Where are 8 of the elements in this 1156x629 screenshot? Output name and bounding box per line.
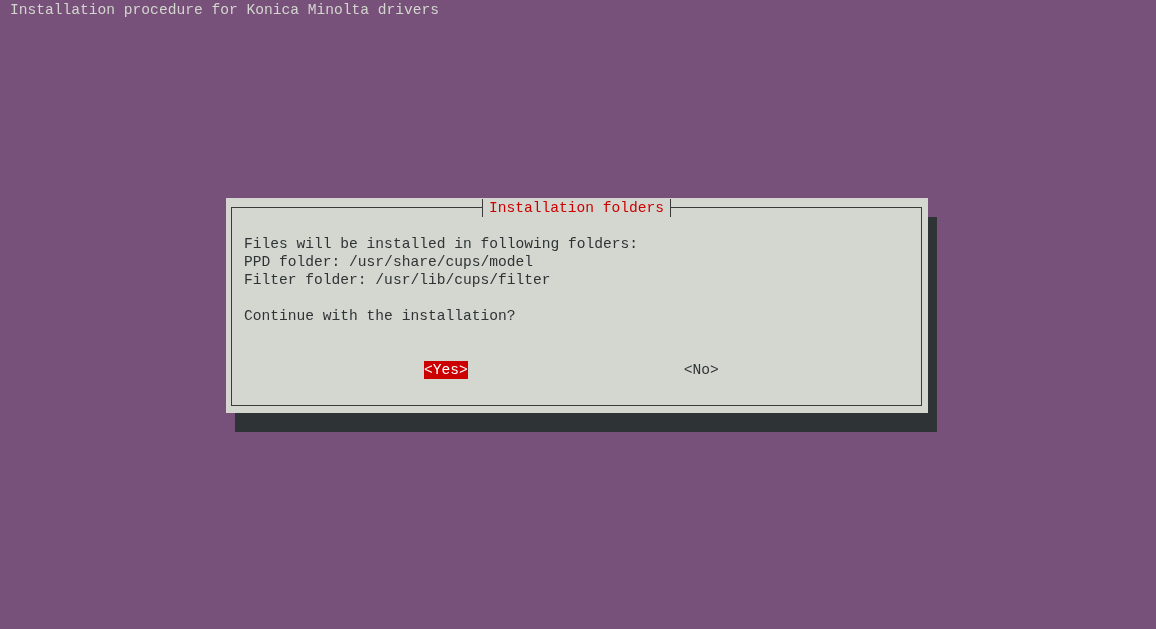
dialog-button[interactable]: <Yes> (424, 361, 468, 379)
dialog-text: Files will be installed in following folders: (244, 235, 640, 253)
dialog-text: Filter folder: /usr/lib/cups/filter (244, 271, 552, 289)
terminal-title: Installation procedure for Konica Minolta drivers (9, 1, 441, 19)
dialog-text: PPD folder: /usr/share/cups/model (244, 253, 534, 271)
dialog-button[interactable]: <No> (683, 361, 719, 379)
dialog-question: Continue with the installation? (244, 307, 517, 325)
dialog-title: Installation folders (481, 199, 672, 217)
